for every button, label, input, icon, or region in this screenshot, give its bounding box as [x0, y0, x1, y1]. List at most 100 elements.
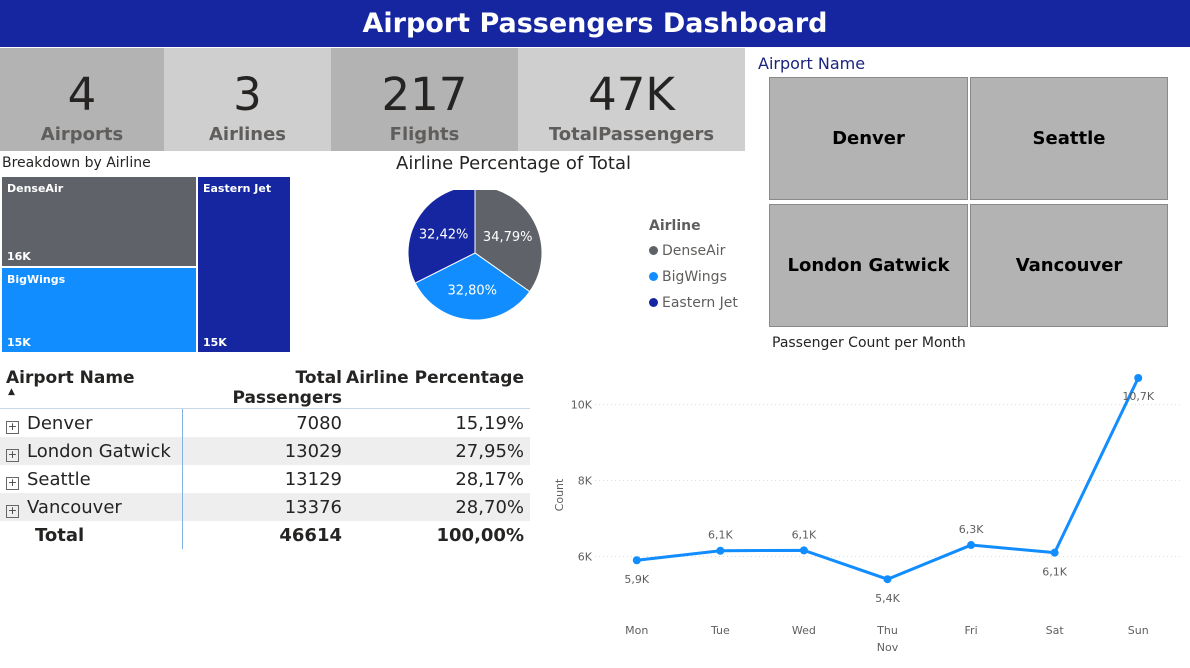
x-tick-label: Thu [876, 624, 898, 637]
legend-label: BigWings [662, 269, 727, 285]
x-tick-label: Tue [710, 624, 730, 637]
treemap-cell-denseair[interactable]: DenseAir 16K [1, 176, 197, 267]
expand-plus-icon[interactable]: + [6, 420, 19, 434]
slicer-tile-label: Vancouver [1015, 255, 1123, 276]
data-point[interactable] [799, 546, 808, 555]
slicer-tile-label: London Gatwick [787, 255, 950, 276]
legend-label: Eastern Jet [662, 295, 738, 311]
data-label: 10,7K [1122, 390, 1154, 403]
cell-total-passengers: 13376 [182, 493, 344, 521]
column-header-label: Airport Name [6, 368, 135, 388]
kpi-card-airports[interactable]: 4 Airports [0, 48, 164, 151]
cell-total-percentage: 100,00% [436, 524, 525, 546]
legend-label: DenseAir [662, 243, 726, 259]
legend-item-eastern-jet[interactable]: Eastern Jet [649, 290, 738, 316]
data-label: 6,1K [708, 529, 733, 542]
slicer-tile-vancouver[interactable]: Vancouver [970, 204, 1168, 327]
legend-title: Airline [649, 218, 701, 234]
x-tick-label: Wed [792, 624, 816, 637]
data-point[interactable] [1050, 548, 1059, 557]
x-tick-label: Sun [1128, 624, 1149, 637]
sort-ascending-icon[interactable]: ▲ [8, 388, 182, 397]
treemap-cell-bigwings[interactable]: BigWings 15K [1, 267, 197, 353]
treemap-cell-value: 15K [7, 336, 31, 349]
kpi-card-airlines[interactable]: 3 Airlines [164, 48, 331, 151]
legend-dot [649, 272, 658, 281]
table-row[interactable]: + Vancouver 13376 28,70% [0, 493, 530, 521]
kpi-label: TotalPassengers [548, 124, 715, 145]
total-row: Total 46614 100,00% [0, 521, 530, 549]
kpi-value: 3 [233, 68, 262, 121]
legend-dot [649, 246, 658, 255]
x-tick-label: Mon [625, 624, 648, 637]
y-tick-label: 6K [578, 550, 593, 563]
column-header-airline-percentage[interactable]: Airline Percentage [344, 364, 530, 408]
pie-data-label: 32,80% [447, 284, 497, 299]
treemap-cell-label: BigWings [7, 273, 66, 286]
cell-airport-name: London Gatwick [27, 440, 171, 462]
expand-plus-icon[interactable]: + [6, 504, 19, 518]
legend-item-denseair[interactable]: DenseAir [649, 238, 738, 264]
x-tick-label: Fri [965, 624, 978, 637]
pie-legend: Airline DenseAir BigWings Eastern Jet [649, 218, 738, 316]
data-label: 6,3K [959, 523, 984, 536]
cell-airport-name: Vancouver [27, 496, 122, 518]
cell-airline-percentage: 28,17% [455, 468, 524, 490]
data-point[interactable] [967, 541, 976, 550]
kpi-card-total-passengers[interactable]: 47K TotalPassengers [518, 48, 745, 151]
data-label: 5,4K [875, 592, 900, 605]
expand-plus-icon[interactable]: + [6, 476, 19, 490]
kpi-value: 4 [67, 68, 97, 121]
slicer-tile-label: Seattle [1032, 128, 1106, 149]
data-point[interactable] [1134, 374, 1143, 382]
treemap-cell-value: 16K [7, 250, 31, 263]
cell-total-passengers: 7080 [296, 412, 342, 434]
column-header-airport-name[interactable]: Airport Name ▲ [0, 364, 182, 408]
treemap-cell-eastern-jet[interactable]: Eastern Jet 15K [197, 176, 291, 353]
kpi-value: 47K [588, 68, 675, 121]
slicer-tile-seattle[interactable]: Seattle [970, 77, 1168, 200]
kpi-label: Flights [389, 124, 460, 145]
cell-airline-percentage: 27,95% [344, 437, 530, 465]
y-axis-title: Count [553, 478, 566, 511]
treemap-cell-value: 15K [203, 336, 227, 349]
line-chart-title: Passenger Count per Month [772, 335, 966, 351]
page-title: Airport Passengers Dashboard [362, 8, 828, 39]
table-row[interactable]: + Seattle 13129 28,17% [0, 465, 530, 493]
cell-airline-percentage: 15,19% [455, 412, 524, 434]
slicer-tile-denver[interactable]: Denver [769, 77, 968, 200]
treemap-cell-label: Eastern Jet [203, 182, 272, 195]
y-tick-label: 10K [571, 399, 593, 412]
column-header-label: Total Passengers [232, 368, 342, 408]
cell-total-passengers: 13129 [284, 468, 342, 490]
table-row[interactable]: + Denver 7080 15,19% [0, 409, 530, 437]
kpi-label: Airports [40, 124, 124, 145]
x-axis-group-label: Nov [877, 641, 899, 654]
legend-item-bigwings[interactable]: BigWings [649, 264, 738, 290]
data-point[interactable] [883, 575, 892, 584]
treemap-cell-label: DenseAir [7, 182, 64, 195]
kpi-card-flights[interactable]: 217 Flights [331, 48, 518, 151]
expand-plus-icon[interactable]: + [6, 448, 19, 462]
kpi-label: Airlines [208, 124, 287, 145]
pie-title: Airline Percentage of Total [396, 153, 632, 174]
data-point[interactable] [716, 546, 725, 555]
pie-data-label: 34,79% [483, 230, 533, 245]
slicer-tile-london-gatwick[interactable]: London Gatwick [769, 204, 968, 327]
cell-airline-percentage: 28,70% [344, 493, 530, 521]
cell-airport-name: Seattle [27, 468, 91, 490]
data-point[interactable] [632, 556, 641, 565]
series-line [636, 377, 1140, 581]
kpi-value: 217 [381, 68, 468, 121]
treemap-title: Breakdown by Airline [2, 155, 151, 171]
cell-total-label: Total [0, 521, 183, 549]
cell-total-passengers: 46614 [279, 524, 342, 546]
matrix-table: Airport Name ▲ Total Passengers Airline … [0, 364, 530, 549]
pie-data-label: 32,42% [419, 228, 469, 243]
table-row[interactable]: + London Gatwick 13029 27,95% [0, 437, 530, 465]
y-tick-label: 8K [578, 475, 593, 488]
column-header-total-passengers[interactable]: Total Passengers [182, 364, 344, 408]
column-header-label: Airline Percentage [346, 368, 524, 388]
cell-airport-name: Denver [27, 412, 93, 434]
slicer-tile-label: Denver [832, 128, 905, 149]
